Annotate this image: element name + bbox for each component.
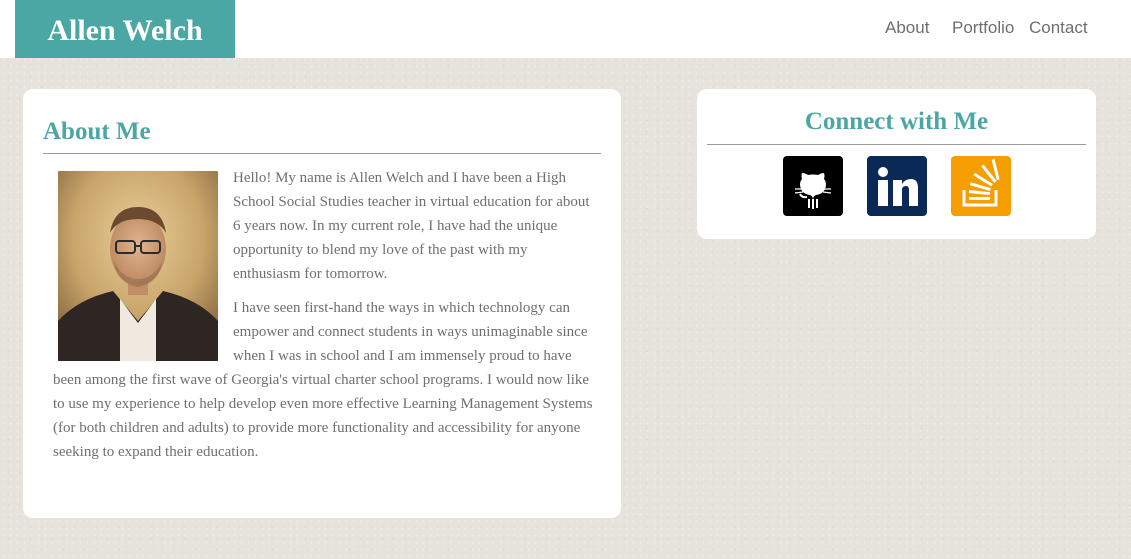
- site-brand[interactable]: Allen Welch: [15, 0, 235, 58]
- nav-link-contact[interactable]: Contact: [1029, 17, 1088, 39]
- github-link[interactable]: [783, 156, 843, 216]
- about-body: Hello! My name is Allen Welch and I have…: [53, 166, 593, 474]
- connect-divider: [707, 144, 1086, 145]
- site-header: Allen Welch About Portfolio Contact: [0, 0, 1131, 58]
- connect-title: Connect with Me: [804, 108, 989, 135]
- profile-photo: [58, 171, 218, 361]
- linkedin-icon: [867, 156, 927, 216]
- stackoverflow-icon: [951, 156, 1011, 216]
- about-card: About Me Hello! My name is Allen Welch a…: [23, 89, 621, 518]
- nav-link-about[interactable]: About: [885, 17, 929, 39]
- github-icon: [783, 156, 843, 216]
- connect-card: Connect with Me: [697, 89, 1096, 239]
- nav-link-portfolio[interactable]: Portfolio: [952, 17, 1014, 39]
- stackoverflow-link[interactable]: [951, 156, 1011, 216]
- linkedin-link[interactable]: [867, 156, 927, 216]
- about-divider: [43, 153, 601, 154]
- about-title: About Me: [43, 118, 151, 145]
